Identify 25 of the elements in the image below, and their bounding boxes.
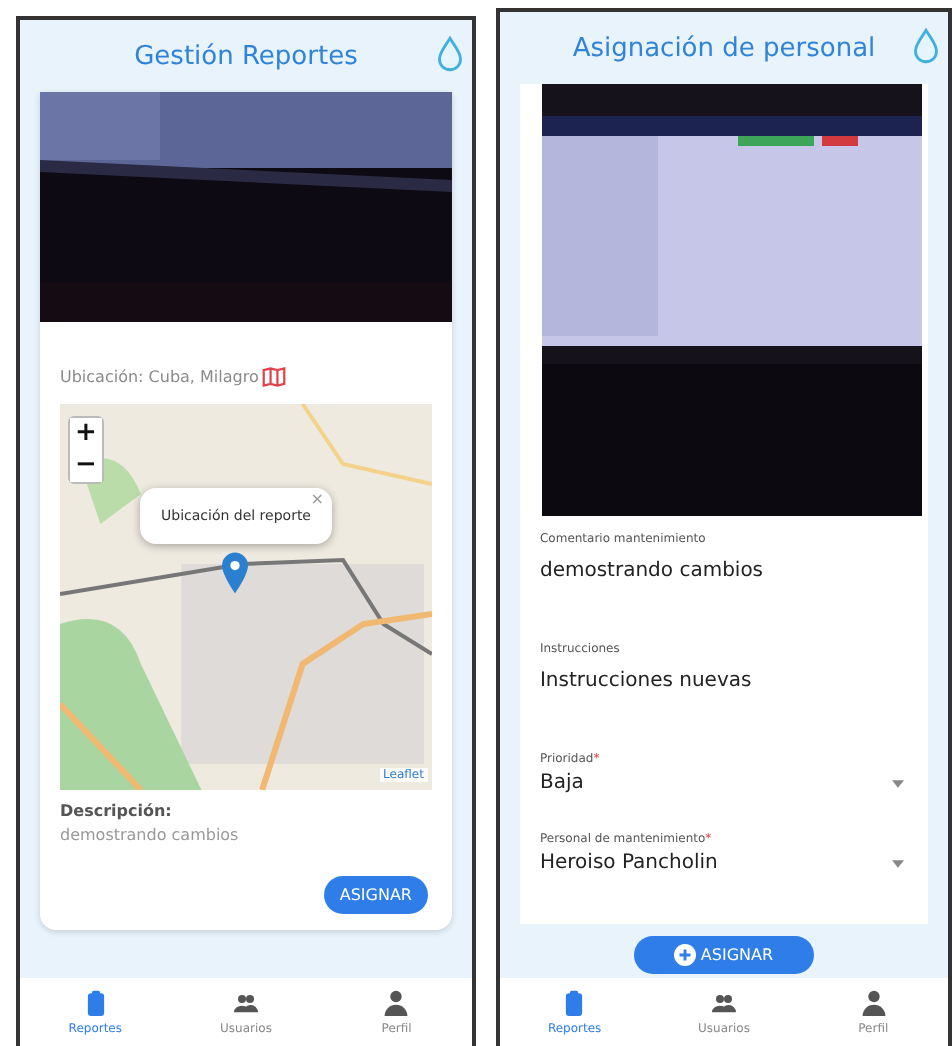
dropdown[interactable]: Baja xyxy=(539,772,912,794)
person-icon xyxy=(384,989,409,1015)
caret-icon xyxy=(892,859,904,867)
clipboard-icon xyxy=(83,989,108,1015)
screen-title: Asignación de personal xyxy=(572,33,876,63)
clipboard-icon xyxy=(562,989,587,1015)
assign-button[interactable]: ASIGNAR xyxy=(634,936,814,974)
input-field[interactable]: Instrucciones nuevas xyxy=(539,670,912,692)
assign-button[interactable]: ASIGNAR xyxy=(323,876,428,914)
person-icon xyxy=(861,989,886,1015)
people-icon xyxy=(233,989,258,1015)
description-text: demostrando cambios xyxy=(60,826,241,844)
water-drop-icon[interactable] xyxy=(912,28,940,64)
dropdown[interactable]: Heroiso Pancholin xyxy=(539,852,912,874)
location-label: Ubicación: Cuba, Milagro xyxy=(60,368,259,386)
people-icon xyxy=(711,989,736,1015)
water-drop-icon[interactable] xyxy=(435,36,464,72)
map-icon[interactable] xyxy=(262,366,287,388)
plus-icon xyxy=(674,944,697,966)
close-button[interactable]: × xyxy=(310,490,324,508)
screen-title: Gestión Reportes xyxy=(134,41,358,71)
caret-icon xyxy=(892,779,904,787)
input-field[interactable]: demostrando cambios xyxy=(539,560,912,582)
map-pin-icon[interactable] xyxy=(222,552,248,594)
description-label: Descripción: xyxy=(60,802,174,820)
